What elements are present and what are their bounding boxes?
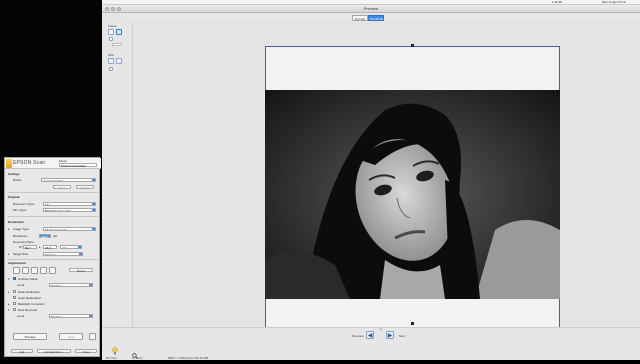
desktop: 1:11:08 Mon 11 Apr 10:12 Preview Normal …: [0, 0, 640, 360]
dust-expand-icon[interactable]: ▾: [8, 308, 10, 312]
portrait-photo: [265, 90, 560, 299]
marquee-handle-top[interactable]: [411, 44, 414, 47]
mode-select[interactable]: Professional Mode: [59, 163, 97, 168]
preview-tabs: Normal Thumbnail: [352, 15, 384, 21]
height-input[interactable]: 37.6: [43, 245, 57, 250]
next-arrow-icon[interactable]: ▶: [386, 331, 394, 339]
unsharp-level-select[interactable]: Medium: [49, 283, 93, 287]
previous-arrow-icon[interactable]: ◀: [366, 331, 374, 339]
divider: [7, 192, 99, 193]
image-type-select[interactable]: 16-bit Grayscale: [43, 227, 96, 231]
grain-reduction-checkbox[interactable]: [13, 290, 16, 293]
select-frame-tool-icon[interactable]: [108, 29, 114, 35]
backlight-correction-label: Backlight Correction: [18, 302, 45, 306]
grain-reduction-label: Grain Reduction: [18, 290, 40, 294]
tone-curve-icon[interactable]: [22, 267, 29, 274]
delete-button[interactable]: Delete: [76, 185, 94, 190]
width-label: W: [19, 245, 22, 249]
frame-count-field[interactable]: [112, 43, 122, 46]
backlight-correction-checkbox[interactable]: [13, 302, 16, 305]
zoom-in-icon[interactable]: [108, 58, 114, 64]
frame-number: 1: [380, 327, 382, 331]
destination-heading: Destination: [8, 220, 25, 224]
document-type-label: Document Type:: [13, 202, 35, 206]
film-type-label: Film Type:: [13, 208, 27, 212]
scan-button[interactable]: Scan: [59, 333, 83, 340]
target-size-label: Target Size:: [13, 252, 29, 256]
target-size-expand-icon[interactable]: ▸: [8, 252, 10, 256]
preview-tool-pane: Frame Size: [102, 22, 132, 327]
name-label: Name:: [13, 178, 22, 182]
resolution-label: Resolution:: [13, 234, 29, 238]
epson-scanner-icon: [6, 159, 12, 168]
image-type-label: Image Type:: [13, 227, 30, 231]
film-holder-icon[interactable]: [89, 333, 96, 340]
tab-normal[interactable]: Normal: [352, 15, 368, 21]
preview-image[interactable]: [265, 90, 560, 299]
unsharp-mask-checkbox[interactable]: [13, 277, 16, 280]
width-input[interactable]: 52.7: [23, 245, 37, 250]
original-heading: Original: [8, 195, 20, 199]
preview-titlebar: Preview: [102, 5, 640, 13]
rotate-icon[interactable]: [109, 37, 113, 41]
film-type-select[interactable]: B&W Negative Film: [43, 208, 96, 212]
dpi-label: dpi: [53, 234, 58, 238]
divider: [7, 216, 99, 217]
y-coord-readout: 37.6mm: [132, 356, 143, 360]
grain-expand-icon[interactable]: ▸: [8, 290, 10, 294]
close-button[interactable]: Close: [75, 349, 97, 354]
dust-level-select[interactable]: Medium: [49, 314, 93, 318]
help-button[interactable]: Help: [11, 349, 33, 354]
tab-thumbnail[interactable]: Thumbnail: [368, 15, 384, 21]
backlight-expand-icon[interactable]: ▸: [8, 302, 10, 306]
marquee-handle-bottom[interactable]: [411, 322, 414, 325]
zoom-out-icon[interactable]: [116, 58, 122, 64]
preview-button[interactable]: Preview: [13, 333, 47, 340]
document-type-select[interactable]: Film: [43, 202, 96, 206]
next-label[interactable]: Next: [399, 334, 405, 338]
image-adjust-icon[interactable]: [31, 267, 38, 274]
pixel-size-readout: 9906 x 7168 pixels 136.29 MB: [168, 356, 209, 360]
save-button[interactable]: Save: [53, 185, 71, 190]
resolution-input[interactable]: 4800: [39, 234, 51, 239]
histogram-icon[interactable]: [13, 267, 20, 274]
marquee-tool-icon[interactable]: [116, 29, 122, 35]
preview-canvas[interactable]: [132, 22, 640, 343]
previous-label[interactable]: Previous: [352, 334, 364, 338]
configuration-button[interactable]: Configuration...: [37, 349, 71, 354]
epson-header: EPSON Scan Mode: Professional Mode: [5, 158, 101, 169]
unsharp-mask-label: Unsharp Mask: [18, 277, 38, 281]
dust-level-label: Level:: [17, 314, 26, 318]
reset-button[interactable]: Reset: [69, 268, 93, 273]
dust-removal-checkbox[interactable]: [13, 308, 16, 311]
epson-scan-window: EPSON Scan Mode: Professional Mode Setti…: [4, 157, 101, 357]
loupe-icon[interactable]: [132, 346, 138, 364]
name-select[interactable]: Current Setting: [41, 178, 96, 182]
color-restoration-label: Color Restoration: [18, 296, 42, 300]
preview-title: Preview: [363, 6, 379, 11]
preview-bottom-bar: Previous ◀ ▶ Next 1 52.7mm 37.6mm 9906 x…: [102, 327, 640, 360]
unit-select[interactable]: mm: [60, 245, 82, 249]
fit-icon[interactable]: [109, 67, 113, 71]
palette-icon[interactable]: [49, 267, 56, 274]
x-coord-readout: 52.7mm: [106, 356, 117, 360]
divider: [7, 259, 99, 260]
adjustments-heading: Adjustments: [8, 261, 27, 265]
unsharp-level-label: Level:: [17, 283, 26, 287]
size-tools-label: Size: [108, 53, 114, 57]
unsharp-expand-icon[interactable]: ▾: [8, 277, 10, 281]
color-palette-icon[interactable]: [40, 267, 47, 274]
color-restoration-checkbox[interactable]: [13, 296, 16, 299]
frame-tools-label: Frame: [108, 24, 117, 28]
document-size-label: Document Size:: [13, 240, 35, 244]
settings-heading: Settings: [8, 172, 20, 176]
target-size-select[interactable]: Original: [43, 252, 83, 256]
image-type-expand-icon[interactable]: ▸: [8, 227, 10, 231]
epson-brand: EPSON Scan: [13, 160, 46, 166]
lock-aspect-icon[interactable]: ▸: [39, 245, 41, 249]
preview-window: Preview Normal Thumbnail Frame Size Prev…: [102, 5, 640, 360]
dust-removal-label: Dust Removal: [18, 308, 37, 312]
